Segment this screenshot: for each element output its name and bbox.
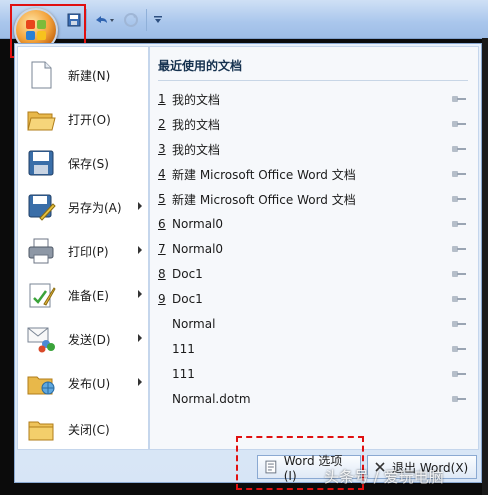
recent-doc-item[interactable]: Normal [158,314,474,334]
command-label: 发布(U) [68,376,111,391]
recent-doc-item[interactable]: 1 我的文档 [158,89,474,109]
recent-doc-number: 1 [158,92,166,106]
submenu-arrow-icon [138,246,142,254]
submenu-arrow-icon [138,202,142,210]
recent-doc-name: Normal0 [172,217,224,231]
recent-doc-number: 2 [158,117,166,131]
new-doc-icon [26,60,56,90]
recent-doc-name: 新建 Microsoft Office Word 文档 [172,167,356,182]
command-label: 另存为(A) [68,200,122,215]
recent-doc-name: Normal0 [172,242,224,256]
pin-icon[interactable] [452,244,466,254]
recent-doc-number: 9 [158,292,166,306]
command-list: 新建(N) 打开(O) 保存(S) 另存为(A) 打印(P) 准备(E) 发送(… [17,46,149,450]
recent-doc-name: Normal [172,317,216,331]
recent-doc-item[interactable]: 7 Normal0 [158,239,474,259]
recent-doc-number: 4 [158,167,166,181]
pin-icon[interactable] [452,194,466,204]
recent-doc-number: 5 [158,192,166,206]
recent-doc-item[interactable]: 8 Doc1 [158,264,474,284]
pin-icon[interactable] [452,394,466,404]
new-command[interactable]: 新建(N) [26,55,150,95]
recent-doc-item[interactable]: 2 我的文档 [158,114,474,134]
prepare-icon [26,280,56,310]
pin-icon[interactable] [452,269,466,279]
command-label: 准备(E) [68,288,109,303]
recent-doc-item[interactable]: 111 [158,364,474,384]
recent-doc-item[interactable]: 6 Normal0 [158,214,474,234]
print-command[interactable]: 打印(P) [26,231,150,271]
command-label: 新建(N) [68,68,111,83]
pin-icon[interactable] [452,169,466,179]
save-disk-icon [26,148,56,178]
office-menu: 新建(N) 打开(O) 保存(S) 另存为(A) 打印(P) 准备(E) 发送(… [14,43,482,483]
recent-doc-number: 3 [158,142,166,156]
close-folder-icon [26,414,56,444]
submenu-arrow-icon [138,334,142,342]
send-icon [26,324,56,354]
pin-icon[interactable] [452,319,466,329]
pin-icon[interactable] [452,294,466,304]
close-command[interactable]: 关闭(C) [26,409,150,449]
undo-icon[interactable] [90,10,118,30]
recent-doc-number: 7 [158,242,166,256]
pin-icon[interactable] [452,144,466,154]
recent-doc-name: 我的文档 [172,142,221,157]
recent-doc-name: 新建 Microsoft Office Word 文档 [172,192,356,207]
save-as-command[interactable]: 另存为(A) [26,187,150,227]
recent-doc-name: Normal.dotm [172,392,251,406]
pin-icon[interactable] [452,344,466,354]
recent-documents-panel: 最近使用的文档 1 我的文档 2 我的文档 3 我的文档 4 新建 Micros… [149,46,479,450]
watermark: 头条号 / 爱玩电脑 [324,468,444,486]
recent-doc-item[interactable]: 4 新建 Microsoft Office Word 文档 [158,164,474,184]
command-label: 关闭(C) [68,422,110,437]
recent-doc-name: 111 [172,342,195,356]
recent-doc-item[interactable]: 3 我的文档 [158,139,474,159]
save-command[interactable]: 保存(S) [26,143,150,183]
recent-documents-title: 最近使用的文档 [158,57,468,81]
redo-icon[interactable] [120,10,142,30]
send-command[interactable]: 发送(D) [26,319,150,359]
recent-doc-name: 我的文档 [172,117,221,132]
save-as-icon [26,192,56,222]
recent-doc-name: 111 [172,367,195,381]
recent-doc-item[interactable]: 111 [158,339,474,359]
recent-doc-item[interactable]: 5 新建 Microsoft Office Word 文档 [158,189,474,209]
command-label: 发送(D) [68,332,111,347]
recent-doc-name: Doc1 [172,267,203,281]
command-label: 打开(O) [68,112,111,127]
recent-doc-name: 我的文档 [172,92,221,107]
recent-doc-name: Doc1 [172,292,203,306]
recent-doc-item[interactable]: 9 Doc1 [158,289,474,309]
open-command[interactable]: 打开(O) [26,99,150,139]
pin-icon[interactable] [452,369,466,379]
customize-qat-icon[interactable] [150,10,166,30]
recent-doc-number: 8 [158,267,166,281]
submenu-arrow-icon [138,378,142,386]
print-icon [26,236,56,266]
prepare-command[interactable]: 准备(E) [26,275,150,315]
command-label: 打印(P) [68,244,109,259]
recent-doc-item[interactable]: Normal.dotm [158,389,474,409]
recent-doc-number: 6 [158,217,166,231]
publish-icon [26,368,56,398]
submenu-arrow-icon [138,290,142,298]
pin-icon[interactable] [452,94,466,104]
word-office-menu-window: 新建(N) 打开(O) 保存(S) 另存为(A) 打印(P) 准备(E) 发送(… [0,0,488,495]
pin-icon[interactable] [452,119,466,129]
window-edge [482,38,488,495]
command-label: 保存(S) [68,156,109,171]
open-folder-icon [26,104,56,134]
pin-icon[interactable] [452,219,466,229]
publish-command[interactable]: 发布(U) [26,363,150,403]
